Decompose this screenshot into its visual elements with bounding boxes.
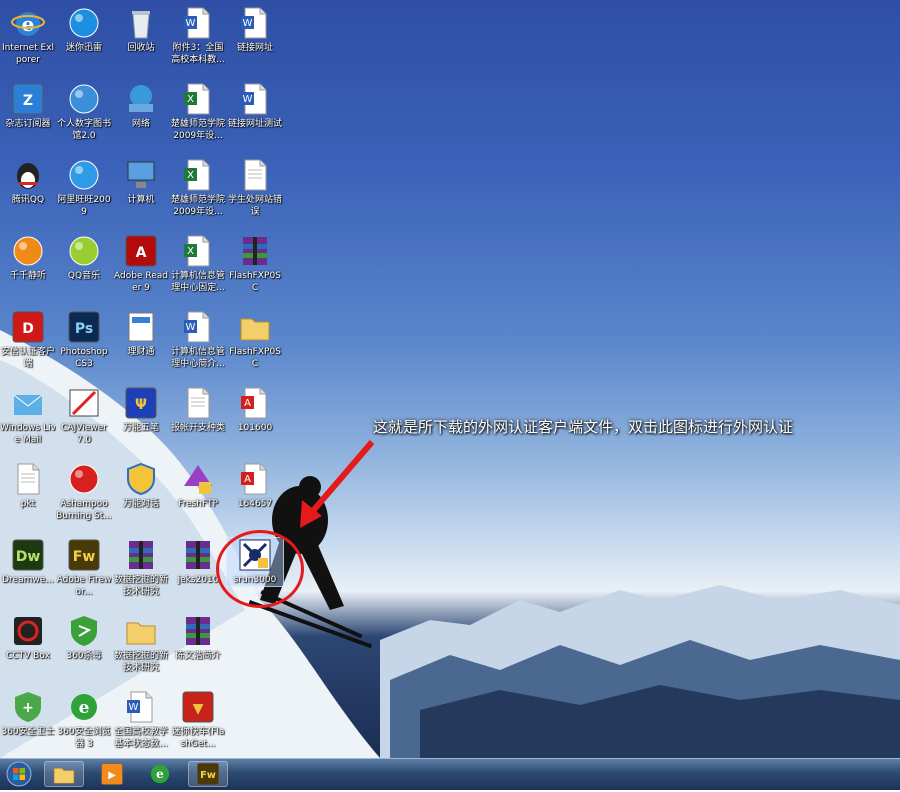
360se-icon: e — [140, 761, 180, 786]
highlight-circle — [216, 530, 304, 608]
red-arrow — [300, 440, 375, 528]
svg-text:Fw: Fw — [200, 770, 216, 781]
taskbar: ▶ e Fw — [0, 758, 900, 790]
taskbar-button-media-player[interactable]: ▶ — [92, 761, 132, 787]
start-button[interactable] — [4, 760, 34, 788]
folder-icon — [44, 761, 84, 786]
svg-text:▶: ▶ — [108, 770, 116, 781]
wmp-icon: ▶ — [92, 761, 132, 786]
taskbar-button-fireworks[interactable]: Fw — [188, 761, 228, 787]
taskbar-button-explorer[interactable] — [44, 761, 84, 787]
windows-orb-icon — [6, 761, 32, 787]
svg-text:e: e — [156, 767, 164, 781]
fw-icon: Fw — [188, 761, 228, 786]
desktop[interactable]: e Internet Exlporer 迷你迅雷 回收站 W 附件3：全国高校本科教...… — [0, 0, 900, 758]
taskbar-button-browser[interactable]: e — [140, 761, 180, 787]
